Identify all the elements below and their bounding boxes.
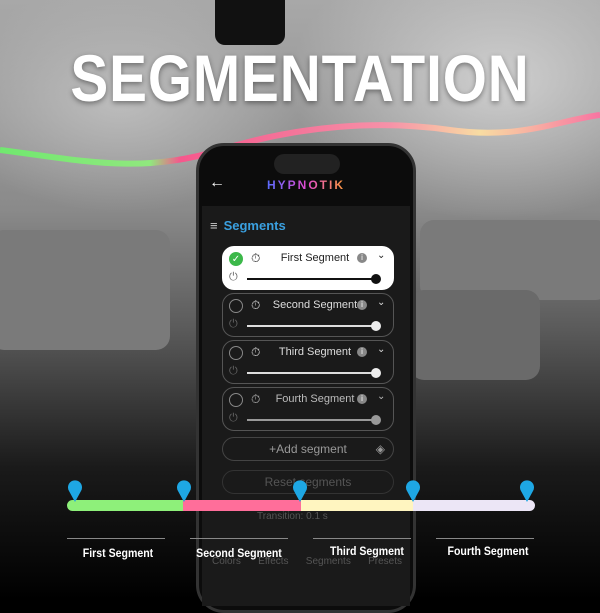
chevron-down-icon[interactable]: ⌄ [377, 297, 385, 308]
label-first-segment: First Segment [82, 546, 154, 560]
info-icon[interactable]: i [357, 347, 367, 357]
segment-card-fourth[interactable]: ⏱ Fourth Segment i ⌄ ⏻ [222, 387, 394, 431]
checkbox[interactable] [229, 346, 243, 360]
segment-name: Third Segment [278, 346, 352, 358]
strip-segment-third [301, 500, 414, 511]
slider-thumb[interactable] [371, 368, 381, 378]
location-pin-icon [68, 480, 82, 502]
checkbox-checked-icon[interactable]: ✓ [229, 252, 243, 266]
location-pin-icon [406, 480, 420, 502]
segment-name: First Segment [280, 252, 350, 264]
label-third-segment: Third Segment [330, 544, 404, 558]
add-segment-label: +Add segment [269, 442, 347, 456]
label-second-segment: Second Segment [196, 546, 282, 560]
transition-label: Transition: [257, 511, 304, 522]
section-title: ≡ Segments [210, 218, 286, 233]
timer-icon[interactable]: ⏱ [251, 392, 260, 407]
reset-segments-button[interactable]: Reset segments [222, 470, 394, 494]
location-pin-icon [520, 480, 534, 502]
strip-segment-fourth [413, 500, 535, 511]
add-segment-button[interactable]: +Add segment ◈ [222, 437, 394, 461]
back-arrow-icon[interactable]: ← [209, 174, 225, 192]
checkbox[interactable] [229, 393, 243, 407]
label-fourth-segment: Fourth Segment [447, 544, 529, 558]
timer-icon[interactable]: ⏱ [251, 298, 260, 313]
label-divider [190, 538, 288, 539]
chevron-down-icon[interactable]: ⌄ [377, 391, 385, 402]
brightness-slider[interactable] [247, 415, 381, 425]
slider-thumb[interactable] [371, 274, 381, 284]
transition-unit: s [322, 511, 328, 522]
section-title-text: Segments [223, 218, 286, 233]
segment-name: Fourth Segment [275, 393, 355, 405]
phone: ← HYPNOTIK ≡ Segments ✓ ⏱ First Segment i ⌄… [196, 143, 416, 613]
label-divider [67, 538, 165, 539]
chevron-down-icon[interactable]: ⌄ [377, 344, 385, 355]
menu-icon[interactable]: ≡ [210, 218, 218, 233]
strip-segment-second [183, 500, 301, 511]
strip-segment-first [67, 500, 185, 511]
transition-input[interactable]: 0.1 [306, 511, 320, 522]
info-icon[interactable]: i [357, 300, 367, 310]
info-icon[interactable]: i [357, 394, 367, 404]
slider-thumb[interactable] [371, 415, 381, 425]
segment-card-second[interactable]: ⏱ Second Segment i ⌄ ⏻ [222, 293, 394, 337]
power-icon[interactable]: ⏻ [229, 271, 238, 284]
location-pin-icon [293, 480, 307, 502]
layers-icon: ◈ [375, 442, 385, 456]
segment-card-third[interactable]: ⏱ Third Segment i ⌄ ⏻ [222, 340, 394, 384]
power-icon[interactable]: ⏻ [229, 412, 238, 425]
transition-row: Transition: 0.1 s [257, 511, 328, 522]
segment-card-first[interactable]: ✓ ⏱ First Segment i ⌄ ⏻ [222, 246, 394, 290]
power-icon[interactable]: ⏻ [229, 365, 238, 378]
timer-icon[interactable]: ⏱ [251, 251, 260, 266]
info-icon[interactable]: i [357, 253, 367, 263]
location-pin-icon [177, 480, 191, 502]
timer-icon[interactable]: ⏱ [251, 345, 260, 360]
checkbox[interactable] [229, 299, 243, 313]
app-logo: HYPNOTIK [267, 178, 346, 192]
label-divider [436, 538, 534, 539]
chevron-down-icon[interactable]: ⌄ [377, 250, 385, 261]
segment-name: Second Segment [272, 299, 358, 311]
brightness-slider[interactable] [247, 274, 381, 284]
slider-thumb[interactable] [371, 321, 381, 331]
power-icon[interactable]: ⏻ [229, 318, 238, 331]
brightness-slider[interactable] [247, 368, 381, 378]
app-header: ← HYPNOTIK [199, 166, 413, 210]
label-divider [313, 538, 411, 539]
brightness-slider[interactable] [247, 321, 381, 331]
